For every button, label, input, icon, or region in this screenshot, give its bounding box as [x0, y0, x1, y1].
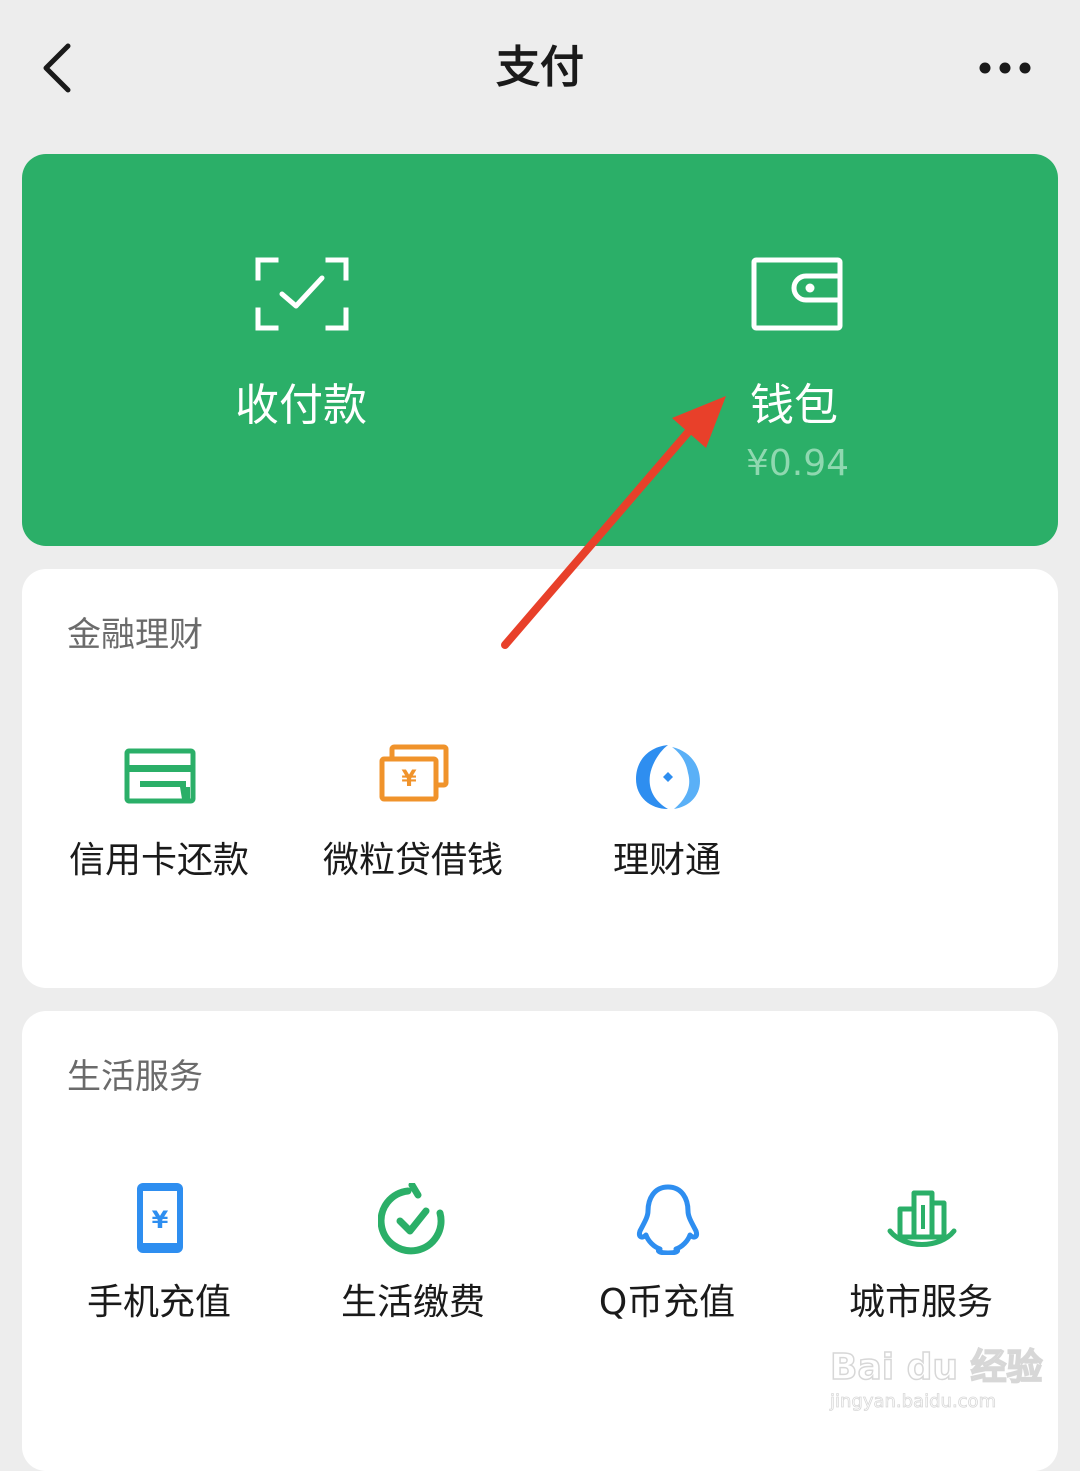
watermark-line-1: Bai du 经验	[829, 1346, 1043, 1389]
wallet-balance: ¥0.94	[746, 443, 850, 484]
life-services-section-title: 生活服务	[67, 1057, 203, 1097]
wallet-tile[interactable]: 钱包 ¥0.94	[540, 154, 1058, 546]
credit-card-icon	[124, 748, 196, 804]
scan-check-icon	[255, 257, 349, 331]
weilidai-label: 微粒贷借钱	[322, 840, 503, 881]
licaitong-item[interactable]: 理财通	[540, 741, 794, 951]
baidu-jingyan-watermark: Bai du 经验 jingyan.baidu.com	[826, 1346, 1043, 1418]
wallet-icon	[751, 257, 843, 331]
pay-receive-tile[interactable]: 收付款	[22, 154, 540, 546]
finance-section: 金融理财 信用卡还款 ¥ 微粒贷借钱 理财通	[22, 569, 1058, 988]
finance-section-title: 金融理财	[67, 615, 203, 655]
wallet-label: 钱包	[750, 380, 838, 431]
more-button[interactable]	[968, 40, 1042, 96]
phone-recharge-item[interactable]: ¥ 手机充值	[32, 1183, 286, 1393]
credit-card-repay-item[interactable]: 信用卡还款	[32, 741, 286, 951]
qq-coin-label: Q币充值	[598, 1282, 736, 1323]
phone-recharge-label: 手机充值	[86, 1282, 231, 1323]
licaitong-icon	[636, 745, 700, 809]
utility-bill-label: 生活缴费	[340, 1282, 485, 1323]
qq-coin-item[interactable]: Q币充值	[540, 1183, 794, 1393]
weilidai-item[interactable]: ¥ 微粒贷借钱	[286, 741, 540, 951]
qq-coin-icon	[637, 1184, 699, 1255]
city-service-icon	[887, 1190, 957, 1247]
utility-bill-icon	[378, 1183, 445, 1255]
svg-text:¥: ¥	[152, 1206, 169, 1234]
watermark-line-2: jingyan.baidu.com	[830, 1391, 997, 1413]
more-dots-icon	[979, 62, 1031, 74]
pay-receive-label: 收付款	[235, 380, 367, 431]
wallet-card: 收付款 钱包 ¥0.94	[22, 154, 1058, 546]
credit-card-repay-label: 信用卡还款	[68, 840, 249, 881]
city-service-label: 城市服务	[848, 1282, 993, 1323]
loan-cash-icon: ¥	[379, 744, 449, 802]
licaitong-label: 理财通	[612, 840, 721, 881]
top-bar: 支付	[0, 0, 1080, 140]
phone-recharge-icon: ¥	[137, 1183, 183, 1253]
svg-text:¥: ¥	[401, 767, 417, 792]
page-title: 支付	[496, 42, 584, 93]
utility-bill-item[interactable]: 生活缴费	[286, 1183, 540, 1393]
